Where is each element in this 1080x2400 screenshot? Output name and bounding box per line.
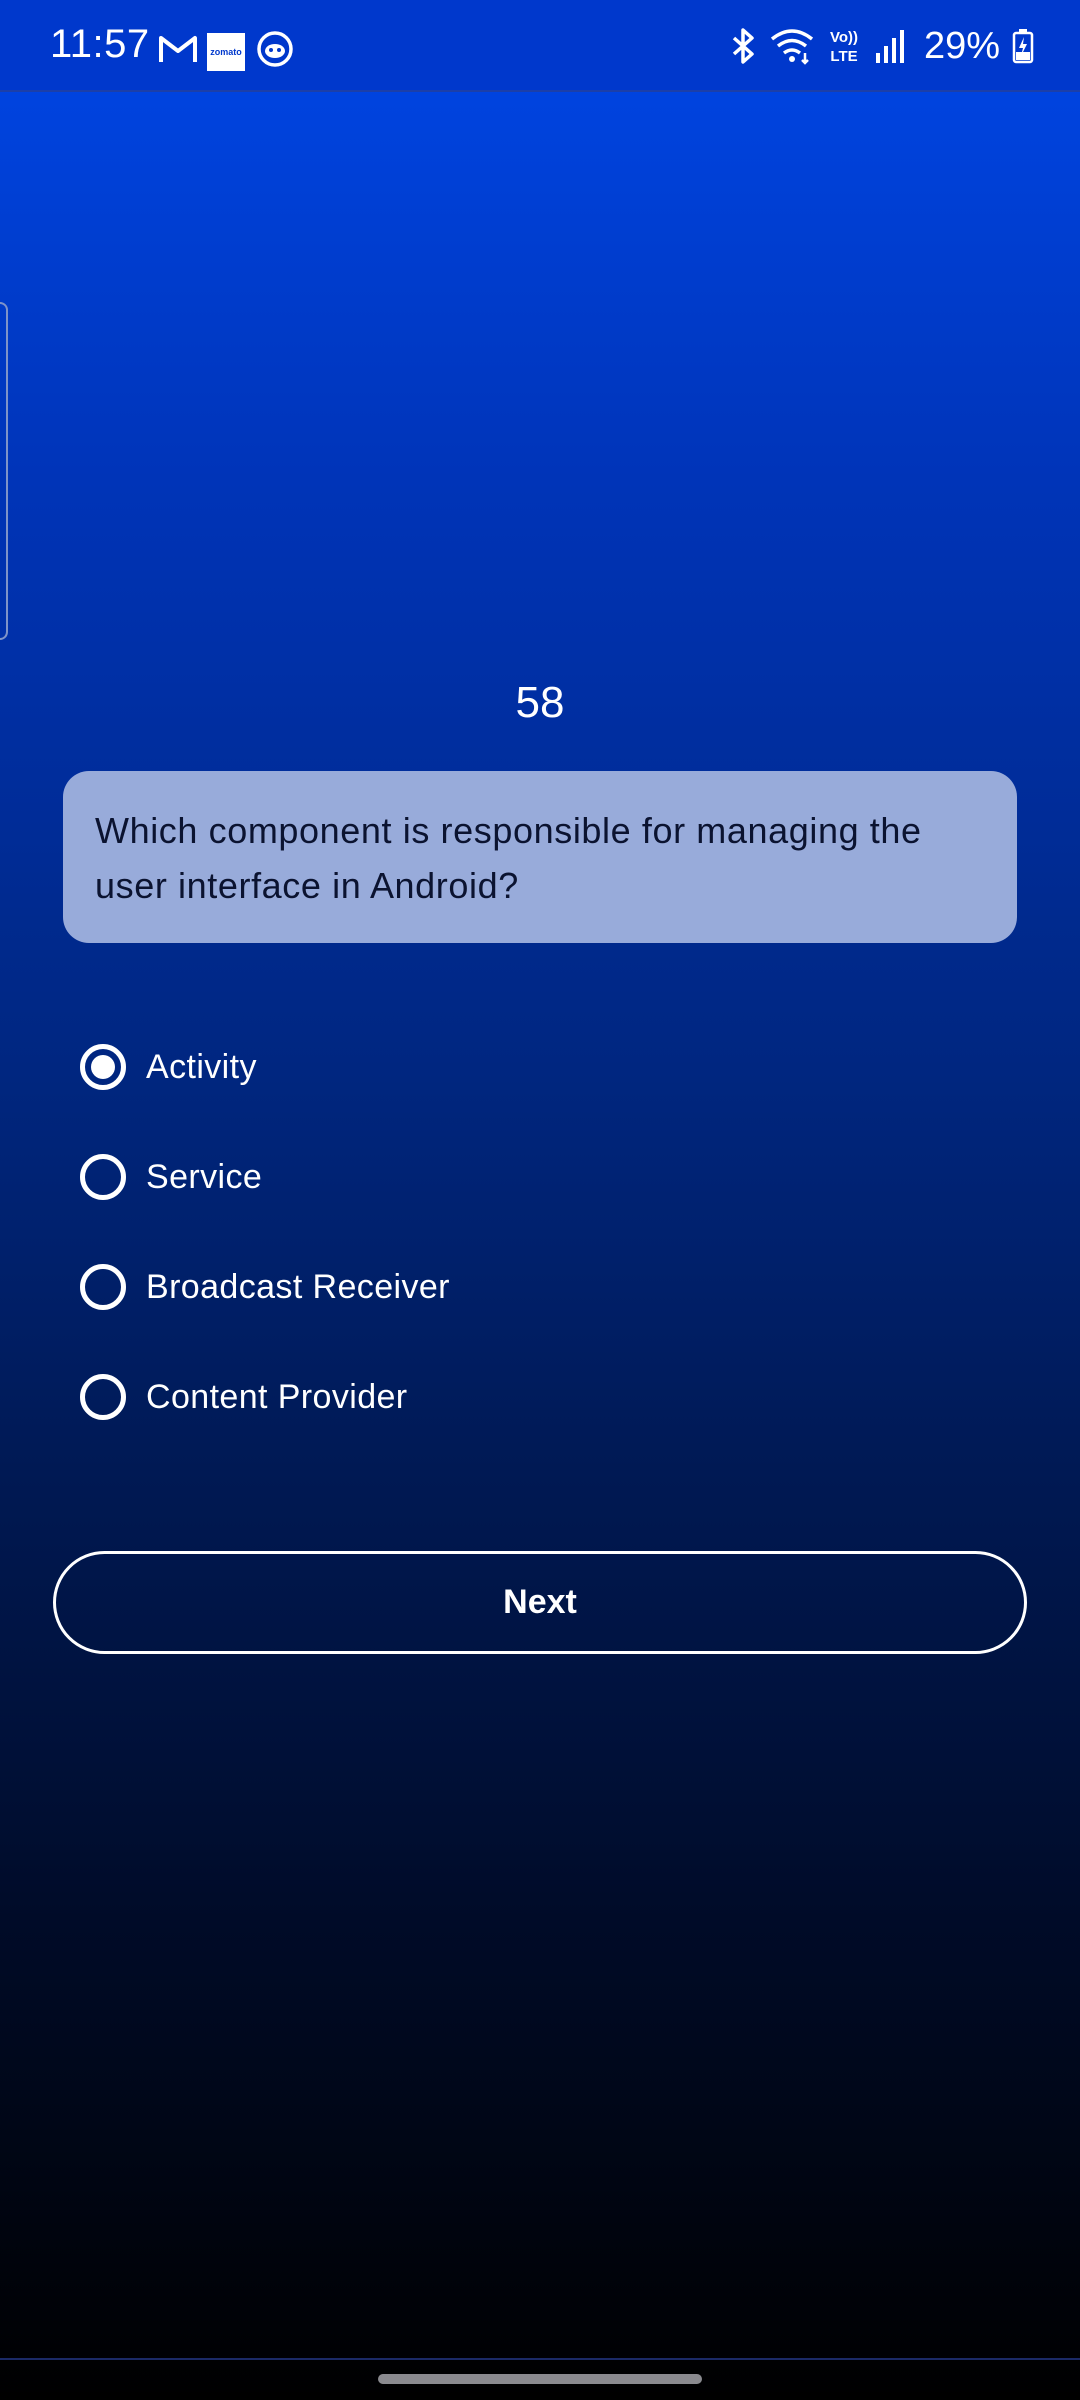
signal-icon	[875, 30, 904, 63]
option-content-provider[interactable]: Content Provider	[80, 1342, 980, 1452]
battery-percentage: 29%	[923, 24, 1000, 67]
zomato-icon: zomato	[207, 33, 245, 71]
option-activity[interactable]: Activity	[80, 1012, 980, 1122]
radio-button[interactable]	[80, 1154, 126, 1200]
option-label: Activity	[146, 1047, 257, 1086]
radio-button-selected[interactable]	[80, 1044, 126, 1090]
option-label: Broadcast Receiver	[146, 1267, 450, 1306]
answer-options: Activity Service Broadcast Receiver Cont…	[80, 1012, 980, 1452]
question-number: 58	[515, 678, 565, 727]
next-button[interactable]: Next	[53, 1551, 1027, 1654]
bot-icon	[257, 31, 293, 67]
volte-label-bottom: LTE	[830, 48, 857, 65]
radio-button[interactable]	[80, 1374, 126, 1420]
option-label: Service	[146, 1157, 263, 1196]
gmail-icon	[159, 36, 197, 62]
option-service[interactable]: Service	[80, 1122, 980, 1232]
status-time: 11:57	[50, 22, 150, 66]
option-broadcast-receiver[interactable]: Broadcast Receiver	[80, 1232, 980, 1342]
radio-button[interactable]	[80, 1264, 126, 1310]
system-status-icons: Vo)) LTE 29%	[728, 24, 1034, 68]
side-panel-handle[interactable]	[0, 302, 8, 640]
option-label: Content Provider	[146, 1377, 408, 1416]
question-card: Which component is responsible for manag…	[63, 771, 1017, 943]
volte-label-top: Vo))	[830, 29, 858, 46]
question-text: Which component is responsible for manag…	[95, 810, 922, 906]
home-indicator[interactable]	[378, 2374, 702, 2384]
volte-icon: Vo)) LTE	[830, 29, 858, 65]
zomato-label: zomato	[210, 47, 242, 57]
status-bar: 11:57 zomato Vo)) LTE 29%	[0, 0, 1080, 92]
battery-charging-icon	[1012, 29, 1034, 64]
wifi-icon	[770, 29, 814, 65]
bluetooth-icon	[732, 28, 754, 64]
navigation-bar-divider	[0, 2358, 1080, 2360]
